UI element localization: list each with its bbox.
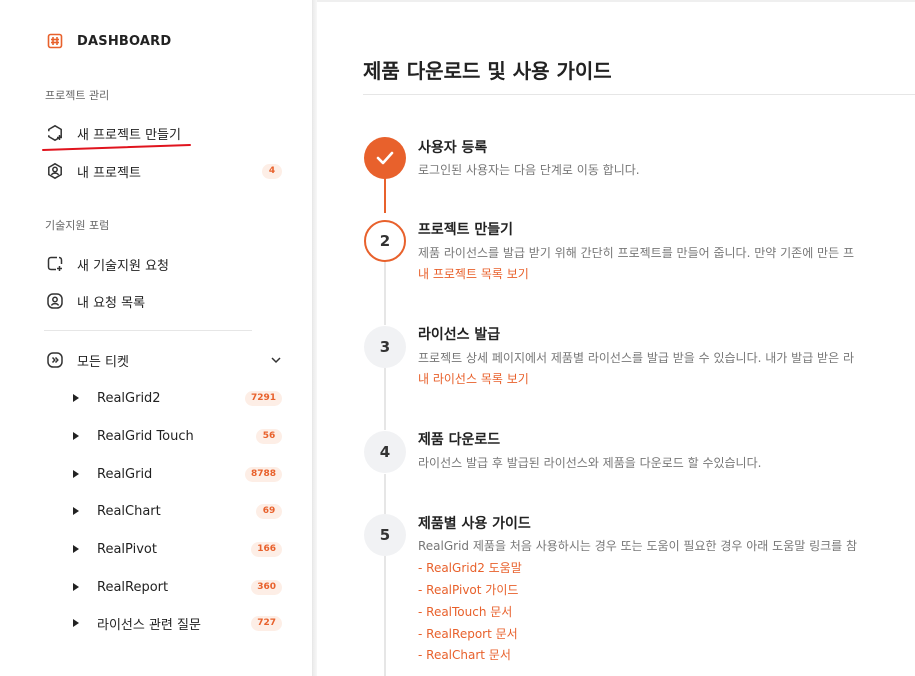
user-hexagon-icon <box>46 162 64 180</box>
ticket-category-label: RealGrid2 <box>97 390 161 406</box>
step-2-title: 프로젝트 만들기 <box>418 222 514 238</box>
ticket-category-label: RealReport <box>97 579 169 595</box>
step-3-marker: 3 <box>364 326 406 368</box>
my-requests-link[interactable]: 내 요청 목록 <box>46 290 282 312</box>
my-projects-link[interactable]: 내 프로젝트 4 <box>46 160 282 182</box>
ticket-count-badge: 360 <box>251 579 282 595</box>
caret-right-icon <box>72 544 80 554</box>
page-title: 제품 다운로드 및 사용 가이드 <box>363 59 612 83</box>
step-1-marker <box>364 137 406 179</box>
ticket-count-badge: 727 <box>251 615 282 631</box>
step-3-description: 프로젝트 상세 페이지에서 제품별 라이선스를 발급 받을 수 있습니다. 내가… <box>418 351 854 365</box>
dashboard-label: DASHBOARD <box>77 33 172 49</box>
all-tickets-toggle[interactable]: 모든 티켓 <box>46 349 282 371</box>
step-5-description: RealGrid 제품을 처음 사용하시는 경우 또는 도움이 필요한 경우 아… <box>418 539 858 553</box>
timeline-connector <box>384 474 386 514</box>
my-project-list-link[interactable]: 내 프로젝트 목록 보기 <box>418 265 529 282</box>
my-projects-count-badge: 4 <box>262 163 282 179</box>
timeline-connector <box>384 262 386 325</box>
step-4-description: 라이선스 발급 후 발급된 라이선스와 제품을 다운로드 할 수있습니다. <box>418 456 762 470</box>
user-circle-icon <box>46 292 64 310</box>
section-label-project: 프로젝트 관리 <box>45 89 110 102</box>
step-4-title: 제품 다운로드 <box>418 432 501 448</box>
section-label-forum: 기술지원 포럼 <box>45 219 110 232</box>
timeline-connector <box>384 178 386 213</box>
red-underline-annotation <box>42 144 191 151</box>
ticket-category-item[interactable]: RealGrid Touch 56 <box>72 425 282 447</box>
ticket-count-badge: 8788 <box>244 466 282 482</box>
ticket-category-item[interactable]: RealChart 69 <box>72 500 282 522</box>
caret-right-icon <box>72 431 80 441</box>
guide-link-realreport[interactable]: - RealReport 문서 <box>418 625 518 642</box>
step-1-title: 사용자 등록 <box>418 140 488 156</box>
ticket-count-badge: 166 <box>251 541 282 557</box>
ticket-count-badge: 69 <box>256 503 282 519</box>
guide-link-realchart[interactable]: - RealChart 문서 <box>418 646 511 663</box>
new-support-request-label: 새 기술지원 요청 <box>77 258 169 274</box>
step-4-marker: 4 <box>364 431 406 473</box>
title-divider <box>363 94 915 95</box>
timeline-connector <box>384 368 386 430</box>
step-2-description: 제품 라이선스를 발급 받기 위해 간단히 프로젝트를 만들어 줍니다. 만약 … <box>418 246 854 260</box>
caret-right-icon <box>72 582 80 592</box>
step-1-description: 로그인된 사용자는 다음 단계로 이동 합니다. <box>418 163 640 177</box>
ticket-count-badge: 7291 <box>244 390 282 406</box>
checkmark-icon <box>376 151 394 165</box>
new-support-request-link[interactable]: 새 기술지원 요청 <box>46 253 282 275</box>
my-requests-label: 내 요청 목록 <box>77 295 146 311</box>
main-content: 제품 다운로드 및 사용 가이드 사용자 등록 로그인된 사용자는 다음 단계로… <box>317 0 915 676</box>
ticket-category-label: 라이선스 관련 질문 <box>97 617 201 633</box>
step-2-marker: 2 <box>364 220 406 262</box>
guide-link-realgrid2[interactable]: - RealGrid2 도움말 <box>418 559 522 576</box>
guide-link-realtouch[interactable]: - RealTouch 문서 <box>418 603 512 620</box>
step-3-title: 라이선스 발급 <box>418 327 501 343</box>
chevron-down-icon[interactable] <box>270 351 282 370</box>
hash-square-icon <box>47 33 63 49</box>
caret-right-icon <box>72 506 80 516</box>
ticket-category-item[interactable]: RealGrid2 7291 <box>72 387 282 409</box>
dashboard-link[interactable]: DASHBOARD <box>47 33 171 49</box>
ticket-category-label: RealGrid Touch <box>97 428 194 444</box>
chat-plus-icon <box>46 255 64 273</box>
sidebar-divider <box>44 330 252 331</box>
sidebar: DASHBOARD 프로젝트 관리 새 프로젝트 만들기 내 프로젝트 4 기술… <box>0 0 313 676</box>
ticket-category-label: RealGrid <box>97 466 153 482</box>
ticket-category-item[interactable]: RealReport 360 <box>72 576 282 598</box>
guide-link-realpivot[interactable]: - RealPivot 가이드 <box>418 581 518 598</box>
step-5-title: 제품별 사용 가이드 <box>418 516 531 532</box>
timeline-connector <box>384 556 386 676</box>
caret-right-icon <box>72 469 80 479</box>
ticket-category-item[interactable]: 라이선스 관련 질문 727 <box>72 612 282 634</box>
chevron-right-circle-icon <box>46 351 64 369</box>
my-projects-label: 내 프로젝트 <box>77 165 141 181</box>
all-tickets-label: 모든 티켓 <box>77 354 129 370</box>
ticket-category-item[interactable]: RealGrid 8788 <box>72 463 282 485</box>
my-license-list-link[interactable]: 내 라이선스 목록 보기 <box>418 370 529 387</box>
ticket-count-badge: 56 <box>256 428 282 444</box>
caret-right-icon <box>72 393 80 403</box>
step-5-marker: 5 <box>364 514 406 556</box>
ticket-category-item[interactable]: RealPivot 166 <box>72 538 282 560</box>
ticket-category-label: RealChart <box>97 503 161 519</box>
ticket-category-label: RealPivot <box>97 541 157 557</box>
caret-right-icon <box>72 618 80 628</box>
